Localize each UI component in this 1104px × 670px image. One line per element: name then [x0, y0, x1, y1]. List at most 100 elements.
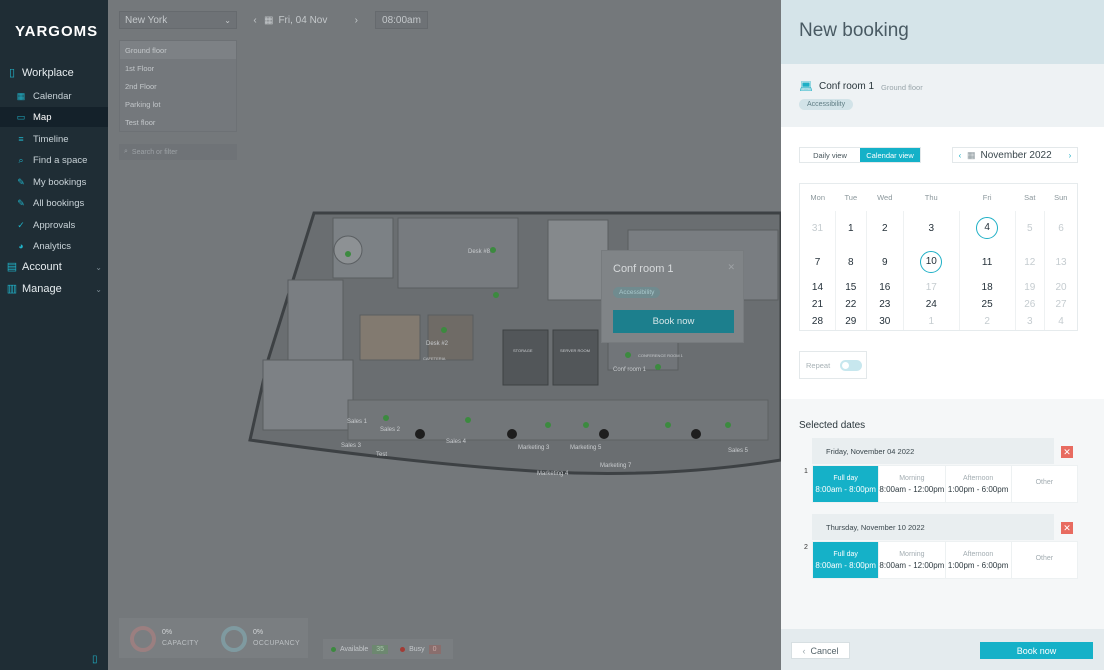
floor-item[interactable]: Test floor [120, 113, 236, 131]
chevron-right-icon[interactable]: › [355, 15, 358, 26]
delete-icon[interactable]: ✕ [1061, 446, 1073, 458]
cancel-button[interactable]: ‹ Cancel [791, 642, 850, 659]
floor-item[interactable]: 2nd Floor [120, 77, 236, 95]
calendar-view-button[interactable]: Calendar view [860, 148, 920, 162]
sidebar-item-find-a-space[interactable]: ⌕ Find a space [0, 150, 108, 170]
calendar-day[interactable]: 3 [902, 211, 960, 245]
daily-view-button[interactable]: Daily view [800, 148, 860, 162]
slot-name: Afternoon [962, 550, 994, 558]
floor-item[interactable]: Ground floor [120, 41, 236, 59]
chevron-down-icon: ⌄ [95, 262, 102, 272]
book-now-button[interactable]: Book now [980, 642, 1093, 659]
room-popup: Conf room 1 ✕ Accessibility Book now [601, 250, 744, 343]
sidebar-item-label: Approvals [33, 219, 76, 231]
occupancy-ring [221, 626, 247, 652]
calendar-day[interactable]: 16 [865, 279, 904, 296]
calendar-day-number: 9 [881, 256, 888, 268]
calendar-day[interactable]: 30 [865, 313, 904, 330]
busy-count: 0 [428, 644, 441, 654]
sidebar-item-map[interactable]: ▭ Map [0, 107, 108, 127]
slot-morning[interactable]: Morning 8:00am - 12:00pm [878, 466, 945, 502]
timeline-icon: ≡ [18, 134, 24, 144]
calendar-day[interactable]: 7 [800, 245, 835, 279]
calendar-day[interactable]: 25 [958, 296, 1016, 313]
calendar-icon: ▦ [264, 14, 274, 26]
slot-name: Afternoon [962, 474, 994, 482]
capacity-ring [130, 626, 156, 652]
calendar-day-number: 2 [881, 222, 888, 234]
laptop-icon: 💻︎ [799, 81, 813, 93]
location-select[interactable]: New York ⌄ [119, 11, 237, 29]
calendar-day-number: 8 [848, 256, 854, 268]
map-label: Sales 5 [728, 448, 749, 454]
calendar-day[interactable]: 21 [800, 296, 835, 313]
slot-other[interactable]: Other [1010, 466, 1077, 502]
sidebar-item-analytics[interactable]: ◕ Analytics [0, 236, 108, 256]
calendar-day[interactable]: 4 [958, 211, 1016, 245]
calendar-day[interactable]: 24 [902, 296, 960, 313]
occupancy-label: OCCUPANCY [253, 640, 300, 647]
chevron-right-icon[interactable]: › [1063, 151, 1077, 160]
calendar-day-number: 10 [920, 251, 943, 273]
sidebar-item-my-bookings[interactable]: ✎ My bookings [0, 172, 108, 192]
calendar-day: 12 [1014, 245, 1045, 279]
slot-full-day[interactable]: Full day 8:00am - 8:00pm [813, 466, 879, 502]
calendar-day[interactable]: 8 [834, 245, 867, 279]
available-count: 35 [372, 644, 389, 654]
calendar-day-number: 1 [848, 222, 854, 234]
time-slots: Full day 8:00am - 8:00pm Morning 8:00am … [812, 465, 1078, 503]
date-picker[interactable]: ‹ ▦ Fri, 04 Nov › [246, 11, 364, 29]
collapse-sidebar-icon[interactable]: ▯ [92, 654, 98, 665]
slot-full-day[interactable]: Full day 8:00am - 8:00pm [813, 542, 879, 578]
calendar-day[interactable]: 28 [800, 313, 835, 330]
weekday-header: Fri [982, 193, 992, 202]
slot-time: 8:00am - 12:00pm [879, 484, 945, 494]
sidebar-item-timeline[interactable]: ≡ Timeline [0, 129, 108, 149]
calendar-day-number: 13 [1055, 256, 1067, 268]
chevron-left-icon[interactable]: ‹ [953, 151, 967, 160]
slot-morning[interactable]: Morning 8:00am - 12:00pm [878, 542, 945, 578]
all-bookings-icon: ✎ [17, 197, 25, 208]
slot-name: Other [1035, 479, 1054, 486]
map-label: Marketing 3 [518, 445, 550, 451]
sidebar-item-label: My bookings [33, 176, 87, 188]
calendar-day: 2 [958, 313, 1016, 330]
calendar-day-number: 21 [811, 299, 824, 310]
calendar-day[interactable]: 18 [958, 279, 1016, 296]
weekday-header: Wed [877, 193, 893, 202]
close-icon[interactable]: ✕ [727, 262, 735, 273]
popup-book-button[interactable]: Book now [613, 310, 734, 333]
calendar-day[interactable]: 11 [958, 245, 1016, 279]
calendar-day-number: 22 [845, 299, 857, 310]
sidebar-item-all-bookings[interactable]: ✎ All bookings [0, 193, 108, 213]
weekday-header: Tue [844, 193, 858, 202]
time-select[interactable]: 08:00am [375, 11, 428, 29]
calendar-day[interactable]: 22 [834, 296, 867, 313]
sidebar-section-account[interactable]: ▤ Account ⌄ [0, 257, 108, 277]
map-search-input[interactable]: ⌕ Search or filter [119, 144, 237, 160]
calendar-day[interactable]: 10 [902, 245, 960, 279]
slot-name: Full day [833, 474, 858, 482]
calendar-day[interactable]: 15 [834, 279, 867, 296]
calendar-day[interactable]: 14 [800, 279, 835, 296]
sidebar-section-manage[interactable]: ▥ Manage ⌄ [0, 279, 108, 299]
slot-other[interactable]: Other [1010, 542, 1077, 578]
sidebar-item-calendar[interactable]: ▦ Calendar [0, 86, 108, 106]
calendar-day[interactable]: 9 [865, 245, 904, 279]
chevron-left-icon[interactable]: ‹ [246, 15, 264, 26]
calendar-day[interactable]: 23 [865, 296, 904, 313]
calendar-day[interactable]: 1 [834, 211, 867, 245]
entry-index: 2 [804, 544, 808, 551]
sidebar-item-approvals[interactable]: ✓ Approvals [0, 215, 108, 235]
calendar-day[interactable]: 29 [834, 313, 867, 330]
floor-item[interactable]: Parking lot [120, 95, 236, 113]
slot-afternoon[interactable]: Afternoon 1:00pm - 6:00pm [944, 542, 1011, 578]
repeat-switch[interactable] [840, 359, 863, 371]
slot-afternoon[interactable]: Afternoon 1:00pm - 6:00pm [944, 466, 1011, 502]
repeat-toggle[interactable]: Repeat [799, 351, 867, 379]
calendar-day[interactable]: 2 [865, 211, 904, 245]
slot-name: Full day [833, 550, 858, 558]
floor-item[interactable]: 1st Floor [120, 59, 236, 77]
delete-icon[interactable]: ✕ [1061, 522, 1073, 534]
sidebar-section-workplace[interactable]: ▯ Workplace [0, 63, 108, 83]
